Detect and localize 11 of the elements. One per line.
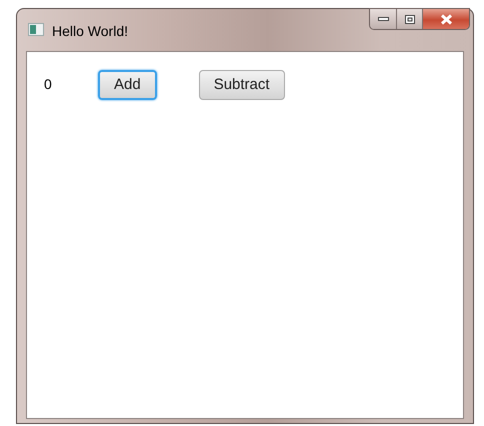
close-button[interactable] [423,9,469,29]
maximize-icon [404,14,414,24]
minimize-icon [378,17,388,21]
window-icon [28,23,44,36]
push-button[interactable]: Add [98,70,157,100]
minimize-button[interactable] [370,9,397,29]
push-button[interactable]: Subtract [198,70,285,100]
close-icon [440,14,452,24]
maximize-button[interactable] [397,9,423,29]
window-title: Hello World! [52,22,128,41]
counter-label: 0 [44,75,53,94]
